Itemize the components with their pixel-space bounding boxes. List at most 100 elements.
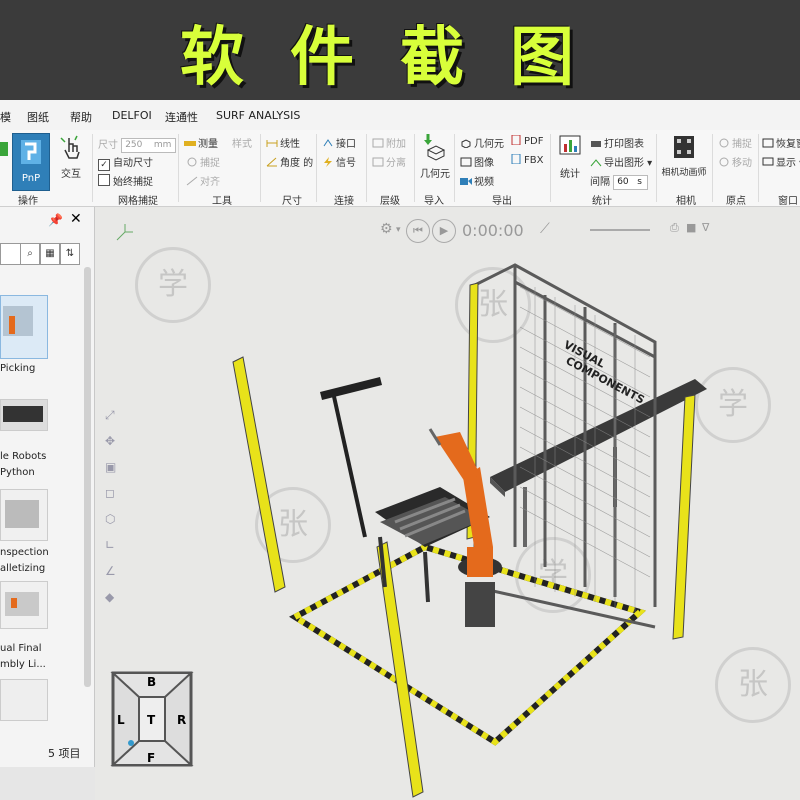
origin-move-button[interactable]: 移动 — [718, 154, 752, 169]
export-chart-icon — [590, 159, 602, 167]
auto-size-checkbox[interactable]: ✓ 自动尺寸 — [98, 154, 153, 171]
3d-viewport[interactable]: 学 张 学 张 学 张 ⚙ ▾ ⏮ ▶ 0:00:00 ⟋ ⎙ ■ ∇ ⤢ ✥ … — [95, 207, 800, 800]
inspection-thumbnail-icon — [5, 500, 39, 528]
export-chart-label: 导出图形 — [604, 158, 644, 169]
nav-face-back[interactable]: B — [147, 675, 156, 689]
sidebar-footer: 5 项目 — [0, 741, 94, 765]
group-label-window: 窗口 — [778, 196, 798, 207]
catalog-item-label: Python — [0, 467, 35, 478]
menu-item-surf-analysis[interactable]: SURF ANALYSIS — [216, 109, 300, 122]
statistics-button[interactable]: 统计 — [556, 132, 584, 182]
export-geometry-button[interactable]: 几何元 — [460, 135, 504, 150]
play-arrow-icon[interactable] — [0, 142, 8, 156]
nav-face-top[interactable]: T — [147, 713, 155, 727]
signal-button[interactable]: 信号 — [322, 154, 356, 169]
group-label-layers: 层级 — [380, 196, 400, 207]
catalog-item-label: alletizing — [0, 563, 46, 574]
always-snap-checkbox[interactable]: 始终捕捉 — [98, 173, 153, 188]
display-button[interactable]: 显示 ▾ — [762, 154, 800, 169]
angle-dimension-button[interactable]: 角度 的 — [266, 154, 313, 169]
origin-capture-button[interactable]: 捕捉 — [718, 135, 752, 150]
lightning-icon — [324, 157, 332, 167]
attach-icon — [372, 138, 384, 148]
snap-icon — [187, 157, 197, 167]
menu-bar: 模 图纸 帮助 DELFOI 连通性 SURF ANALYSIS — [0, 100, 800, 131]
menu-item-delfoi[interactable]: DELFOI — [112, 109, 152, 122]
interface-label: 接口 — [336, 139, 356, 150]
pnp-button[interactable]: PnP — [12, 133, 50, 191]
grid-view-icon[interactable]: ▦ — [40, 243, 60, 265]
interface-icon — [323, 139, 333, 147]
menu-item-model[interactable]: 模 — [0, 109, 11, 125]
catalog-thumbnail-picking[interactable] — [0, 295, 48, 359]
menu-item-connectivity[interactable]: 连通性 — [165, 109, 198, 125]
picking-cell-thumbnail-icon — [3, 306, 33, 336]
import-geometry-icon — [424, 134, 446, 161]
style-button[interactable]: 样式 — [232, 135, 252, 150]
interact-button[interactable]: 交互 — [56, 134, 86, 186]
statistics-chart-icon — [559, 135, 581, 155]
group-label-camera: 相机 — [676, 196, 696, 207]
nav-face-front[interactable]: F — [147, 751, 155, 765]
pin-icon[interactable]: 📌 — [48, 213, 63, 227]
separator — [454, 134, 455, 202]
detach-label: 分离 — [386, 158, 406, 169]
restore-window-button[interactable]: 恢复窗 — [762, 135, 800, 150]
grid-size-input[interactable]: 250 mm — [121, 137, 177, 153]
sort-icon[interactable]: ⇅ — [60, 243, 80, 265]
attach-button[interactable]: 附加 — [372, 135, 406, 150]
auto-size-label: 自动尺寸 — [113, 158, 153, 169]
sidebar-scrollbar[interactable] — [84, 267, 91, 687]
catalog-sidebar: 📌 ✕ ⌕ ▦ ⇅ Picking le Robots Python nspec… — [0, 207, 95, 767]
separator — [712, 134, 713, 202]
nav-face-left[interactable]: L — [117, 713, 125, 727]
linear-label: 线性 — [280, 139, 300, 150]
grid-size-field[interactable]: 尺寸 250 mm — [98, 136, 177, 153]
print-chart-button[interactable]: 打印图表 — [590, 135, 644, 150]
image-label: 图像 — [474, 158, 494, 169]
menu-item-drawing[interactable]: 图纸 — [27, 109, 49, 125]
style-label: 样式 — [232, 139, 252, 150]
angle-dimension-icon — [266, 157, 277, 167]
angle-label: 角度 的 — [280, 158, 314, 169]
measure-button[interactable]: 测量 — [184, 135, 218, 150]
export-video-button[interactable]: 视频 — [460, 173, 494, 188]
snap-button[interactable]: 捕捉 — [186, 154, 220, 169]
align-button[interactable]: 对齐 — [186, 173, 220, 188]
catalog-item-label: nspection — [0, 547, 49, 558]
catalog-thumbnail-assembly[interactable] — [0, 581, 48, 629]
video-camera-icon — [460, 178, 472, 185]
fbx-icon — [511, 154, 521, 164]
linear-dimension-icon — [266, 140, 278, 147]
group-label-import: 导入 — [424, 196, 444, 207]
nav-face-right[interactable]: R — [177, 713, 186, 727]
export-pdf-button[interactable]: PDF — [510, 135, 543, 147]
navigation-cube[interactable]: B L T R F — [109, 669, 195, 769]
interface-button[interactable]: 接口 — [322, 135, 356, 150]
export-image-button[interactable]: 图像 — [460, 154, 494, 169]
grid-size-unit: mm — [153, 139, 172, 150]
print-chart-label: 打印图表 — [604, 139, 644, 150]
export-fbx-button[interactable]: FBX — [510, 154, 543, 166]
pnp-icon — [21, 140, 41, 164]
display-icon — [762, 157, 774, 166]
menu-item-help[interactable]: 帮助 — [70, 109, 92, 125]
import-geometry-button[interactable]: 几何元 — [420, 132, 450, 182]
catalog-thumbnail-robots[interactable] — [0, 399, 48, 431]
detach-button[interactable]: 分离 — [372, 154, 406, 169]
close-icon[interactable]: ✕ — [70, 211, 82, 227]
catalog-item-label: ual Final — [0, 643, 42, 654]
assembly-thumbnail-icon — [5, 592, 39, 616]
catalog-thumbnail-5[interactable] — [0, 679, 48, 721]
catalog-thumbnail-inspection[interactable] — [0, 489, 48, 541]
interval-field[interactable]: 间隔 60 s — [590, 173, 649, 190]
group-label-tools: 工具 — [212, 196, 232, 207]
export-chart-button[interactable]: 导出图形 ▾ — [590, 154, 652, 169]
linear-dimension-button[interactable]: 线性 — [266, 135, 300, 150]
search-icon[interactable]: ⌕ — [20, 243, 40, 265]
interval-input[interactable]: 60 s — [613, 174, 649, 190]
interval-value: 60 — [617, 176, 629, 187]
grid-size-value: 250 — [125, 139, 143, 150]
camera-animator-button[interactable]: 相机动画师 — [660, 132, 708, 182]
film-reel-icon — [674, 136, 694, 158]
